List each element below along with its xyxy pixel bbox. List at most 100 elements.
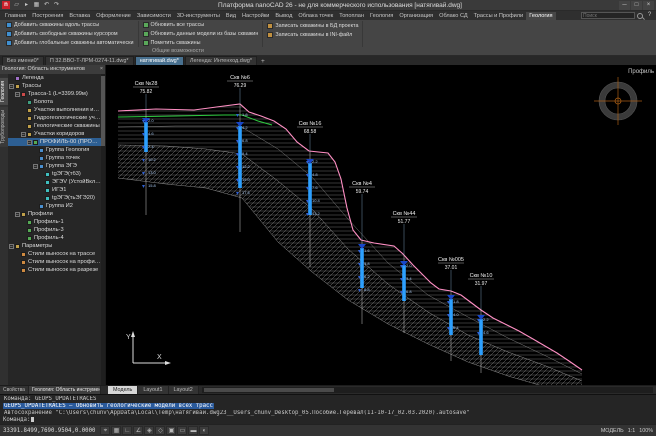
save-icon[interactable]: ▦ (32, 1, 41, 10)
menu-tab-вывод[interactable]: Вывод (272, 12, 295, 20)
ribbon-button[interactable]: Обновить данные модели из базы скважин (143, 30, 259, 39)
tree-item[interactable]: −Участки коридоров (8, 130, 101, 138)
open-icon[interactable]: ▸ (22, 1, 31, 10)
tree-expand-toggle[interactable]: − (9, 244, 14, 249)
status-indicator-0[interactable]: МОДЕЛЬ (601, 428, 624, 434)
tree-item[interactable]: Группа точек (8, 154, 101, 162)
osnap-toggle[interactable]: ◈ (144, 426, 154, 435)
tree-item[interactable]: −ПРОФИЛЬ-00 (ПРОФИЛЬ+ММ) (8, 138, 101, 146)
search-icon[interactable] (637, 13, 643, 19)
ribbon-button[interactable]: Добавить скважины вдоль трассы (6, 21, 134, 30)
tree-expand-toggle[interactable]: − (33, 164, 38, 169)
dyn-toggle[interactable]: ▭ (177, 426, 187, 435)
tree-expand-toggle[interactable]: − (21, 132, 26, 137)
drawing-canvas[interactable]: Скв №2875.822.04.67.410.213.015.8Скв №67… (106, 65, 656, 385)
panel-tab[interactable]: Свойства (0, 386, 29, 394)
help-icon[interactable]: ? (645, 11, 654, 20)
grid-toggle[interactable]: ▦ (111, 426, 121, 435)
document-tab[interactable]: натягивай.dwg* (135, 56, 184, 65)
tree-item[interactable]: −Параметры (8, 242, 101, 250)
layout-tab-модель[interactable]: Модель (108, 386, 138, 394)
tree-item[interactable]: Профиль-1 (8, 218, 101, 226)
undo-icon[interactable]: ↶ (42, 1, 51, 10)
tree-item[interactable]: Группа И2 (8, 202, 101, 210)
redo-icon[interactable]: ↷ (52, 1, 61, 10)
tree-item[interactable]: Стили выносок на профиле (8, 258, 101, 266)
menu-tab-настройки[interactable]: Настройки (239, 12, 272, 20)
palette-tab-1[interactable]: Трубопроводы (0, 107, 8, 147)
ribbon-button[interactable]: Пометить скважины (143, 38, 259, 47)
drawing-svg[interactable]: Скв №2875.822.04.67.410.213.015.8Скв №67… (106, 65, 656, 385)
menu-tab-трассы-и-профили[interactable]: Трассы и Профили (471, 12, 527, 20)
ribbon-button[interactable]: Обновить все трассы (143, 21, 259, 30)
status-indicator-2[interactable]: 100% (639, 428, 653, 434)
tree-item[interactable]: Группа Геология (8, 146, 101, 154)
tree-item[interactable]: Болота (8, 98, 101, 106)
palette-close-icon[interactable]: × (100, 65, 103, 74)
menu-tab-главная[interactable]: Главная (2, 12, 29, 20)
command-prompt-row[interactable]: Команда: (3, 417, 653, 424)
tree-expand-toggle[interactable]: − (27, 140, 32, 145)
tree-item[interactable]: Стили выносок на трассе (8, 250, 101, 258)
snap-toggle[interactable]: ⌖ (100, 426, 110, 435)
ribbon-button[interactable]: Записать скважины в БД проекта (267, 21, 358, 30)
minimize-button[interactable]: ─ (619, 1, 630, 10)
tree-item[interactable]: tgЭГЭ(тб3) (8, 170, 101, 178)
document-tab[interactable]: Без имени0* (2, 56, 44, 65)
qp-toggle[interactable]: ◐ (199, 426, 209, 435)
horizontal-scrollbar[interactable] (202, 387, 653, 393)
menu-tab-организация[interactable]: Организация (396, 12, 436, 20)
tree-item[interactable]: −Трассы (8, 82, 101, 90)
tree-item[interactable]: Легенда (8, 74, 101, 82)
navigation-compass-icon[interactable] (594, 77, 642, 125)
tree-expand-toggle[interactable]: − (15, 92, 20, 97)
menu-tab-зависимости[interactable]: Зависимости (134, 12, 174, 20)
status-indicator-1[interactable]: 1:1 (628, 428, 636, 434)
scrollbar-thumb[interactable] (101, 76, 105, 146)
menu-tab-вид[interactable]: Вид (223, 12, 239, 20)
close-button[interactable]: × (643, 1, 654, 10)
tree-item[interactable]: −Трасса-1 (L=3399.99м) (8, 90, 101, 98)
ribbon-button[interactable]: Записать скважины в INI-файл (267, 30, 358, 39)
tree-item[interactable]: Профиль-4 (8, 234, 101, 242)
tree-item[interactable]: Участки выполнения изысканий (8, 106, 101, 114)
tree-item[interactable]: −Группа ЭГЭ (8, 162, 101, 170)
ribbon-button[interactable]: Добавить свободные скважины курсором (6, 30, 134, 39)
menu-tab-3d-инструменты[interactable]: 3D-инструменты (174, 12, 223, 20)
tree-expand-toggle[interactable]: − (9, 84, 14, 89)
tree-scrollbar[interactable] (101, 74, 105, 385)
search-input[interactable] (581, 12, 635, 19)
tree-expand-toggle[interactable]: − (15, 212, 20, 217)
new-icon[interactable]: ▱ (12, 1, 21, 10)
menu-tab-геология[interactable]: Геология (367, 12, 396, 20)
menu-tab-облако-сд[interactable]: Облако СД (436, 12, 471, 20)
tree-item[interactable]: Гидрогеологические участки (8, 114, 101, 122)
document-tab[interactable]: Легенда: Интенход.dwg* (185, 56, 257, 65)
menu-tab-топоплан[interactable]: Топоплан (336, 12, 367, 20)
ribbon-button[interactable]: Добавить глобальные скважины автоматичес… (6, 38, 134, 47)
tree-item[interactable]: tgЭГЭ(тьЭГЭ20) (8, 194, 101, 202)
tree-item[interactable]: ЭГЭV (УстойВклад) (8, 178, 101, 186)
layout-tab-layout1[interactable]: Layout1 (138, 386, 168, 394)
palette-tab-0[interactable]: Геология (0, 78, 8, 105)
ducs-toggle[interactable]: ▣ (166, 426, 176, 435)
menu-tab-облака-точек[interactable]: Облака точек (295, 12, 336, 20)
lwt-toggle[interactable]: ▬ (188, 426, 198, 435)
command-line[interactable]: Команда: GEOPS_UPDATETRACESGEOPS_UPDATET… (0, 394, 656, 424)
scrollbar-thumb[interactable] (204, 388, 334, 392)
tree-item[interactable]: −Профили (8, 210, 101, 218)
menu-tab-геология[interactable]: Геология (526, 12, 555, 20)
menu-tab-построения[interactable]: Построения (29, 12, 66, 20)
ortho-toggle[interactable]: ∟ (122, 426, 132, 435)
maximize-button[interactable]: □ (631, 1, 642, 10)
tree-item[interactable]: Профиль-3 (8, 226, 101, 234)
menu-tab-оформление[interactable]: Оформление (93, 12, 134, 20)
tree-item[interactable]: ИГЭ1 (8, 186, 101, 194)
tree-item[interactable]: Геологические скважины (8, 122, 101, 130)
menu-tab-вставка[interactable]: Вставка (66, 12, 93, 20)
layout-tab-layout2[interactable]: Layout2 (169, 386, 199, 394)
polar-toggle[interactable]: ∠ (133, 426, 143, 435)
new-document-button[interactable]: + (258, 58, 268, 65)
panel-tab[interactable]: Геология: Область инструментов (29, 386, 101, 394)
tree-item[interactable]: Стили выносок на разрезе (8, 266, 101, 274)
